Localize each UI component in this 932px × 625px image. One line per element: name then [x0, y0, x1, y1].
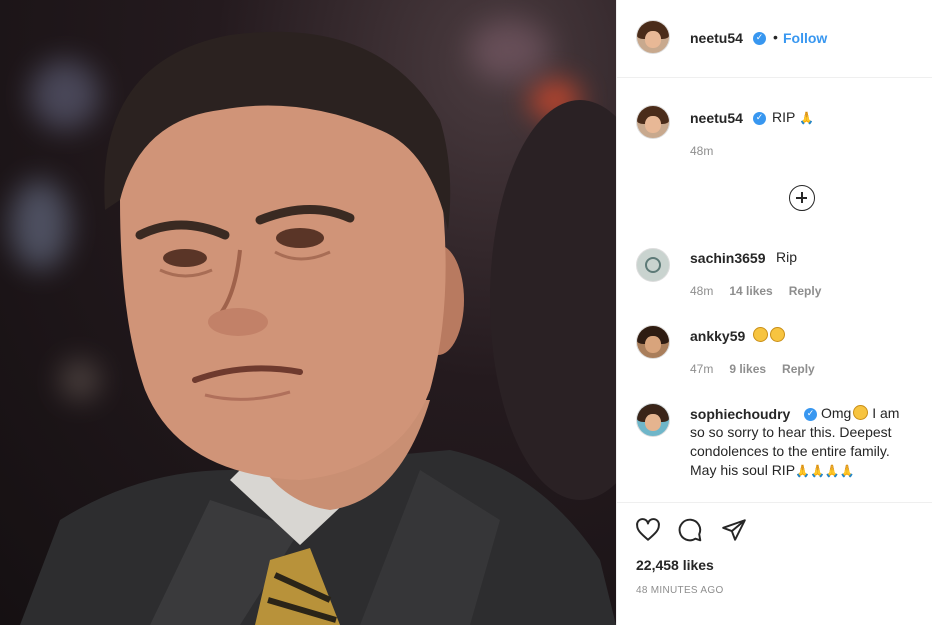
separator-dot: • — [773, 29, 778, 45]
sad-face-emoji-icon — [753, 327, 768, 342]
caption-username[interactable]: neetu54 — [690, 110, 743, 126]
folded-hands-emoji-icon: 🙏 — [798, 111, 814, 125]
comment-time: 48m — [690, 284, 714, 298]
avatar[interactable] — [636, 248, 670, 282]
comment-meta: 48m 14 likes Reply — [690, 284, 821, 298]
post-actions: 22,458 likes 48 MINUTES AGO — [617, 502, 932, 625]
comment-username[interactable]: sachin3659 — [690, 250, 766, 266]
caption-time: 48m — [690, 144, 714, 158]
comment-username[interactable]: ankky59 — [690, 328, 745, 344]
heart-icon[interactable] — [635, 517, 661, 543]
post-timestamp: 48 MINUTES AGO — [636, 585, 724, 596]
load-more-plus-icon[interactable] — [789, 185, 815, 211]
likes-count[interactable]: 22,458 likes — [636, 557, 714, 573]
verified-badge-icon: ✓ — [753, 112, 766, 125]
caption-text: RIP 🙏 — [772, 108, 814, 128]
follow-button[interactable]: Follow — [783, 30, 827, 46]
folded-hands-emoji-icon: 🙏🙏🙏🙏 — [795, 464, 855, 478]
share-icon[interactable] — [721, 517, 747, 543]
avatar[interactable] — [636, 325, 670, 359]
comment-text — [751, 326, 785, 345]
instagram-post: neetu54 ✓ • Follow neetu54 ✓ RIP 🙏 48m s… — [0, 0, 932, 625]
comment-text: Rip — [776, 249, 798, 265]
comment-time: 47m — [690, 362, 714, 376]
comment-text: Omg I am so so sorry to hear this. Deepe… — [690, 404, 930, 481]
sad-face-emoji-icon — [853, 405, 869, 420]
comment-icon[interactable] — [677, 517, 703, 543]
reply-button[interactable]: Reply — [789, 284, 822, 298]
header-username[interactable]: neetu54 — [690, 30, 743, 46]
reply-button[interactable]: Reply — [782, 362, 815, 376]
comment-meta: 47m 9 likes Reply — [690, 362, 815, 376]
portrait-illustration — [20, 31, 616, 625]
avatar[interactable] — [636, 20, 670, 54]
comment-likes[interactable]: 14 likes — [729, 284, 772, 298]
post-header: neetu54 ✓ • Follow — [617, 0, 932, 78]
comment-likes[interactable]: 9 likes — [729, 362, 766, 376]
avatar[interactable] — [636, 105, 670, 139]
verified-badge-icon: ✓ — [753, 32, 766, 45]
post-photo[interactable] — [0, 0, 616, 625]
avatar[interactable] — [636, 403, 670, 437]
sad-face-emoji-icon — [770, 327, 785, 342]
post-side-panel: neetu54 ✓ • Follow neetu54 ✓ RIP 🙏 48m s… — [616, 0, 932, 625]
